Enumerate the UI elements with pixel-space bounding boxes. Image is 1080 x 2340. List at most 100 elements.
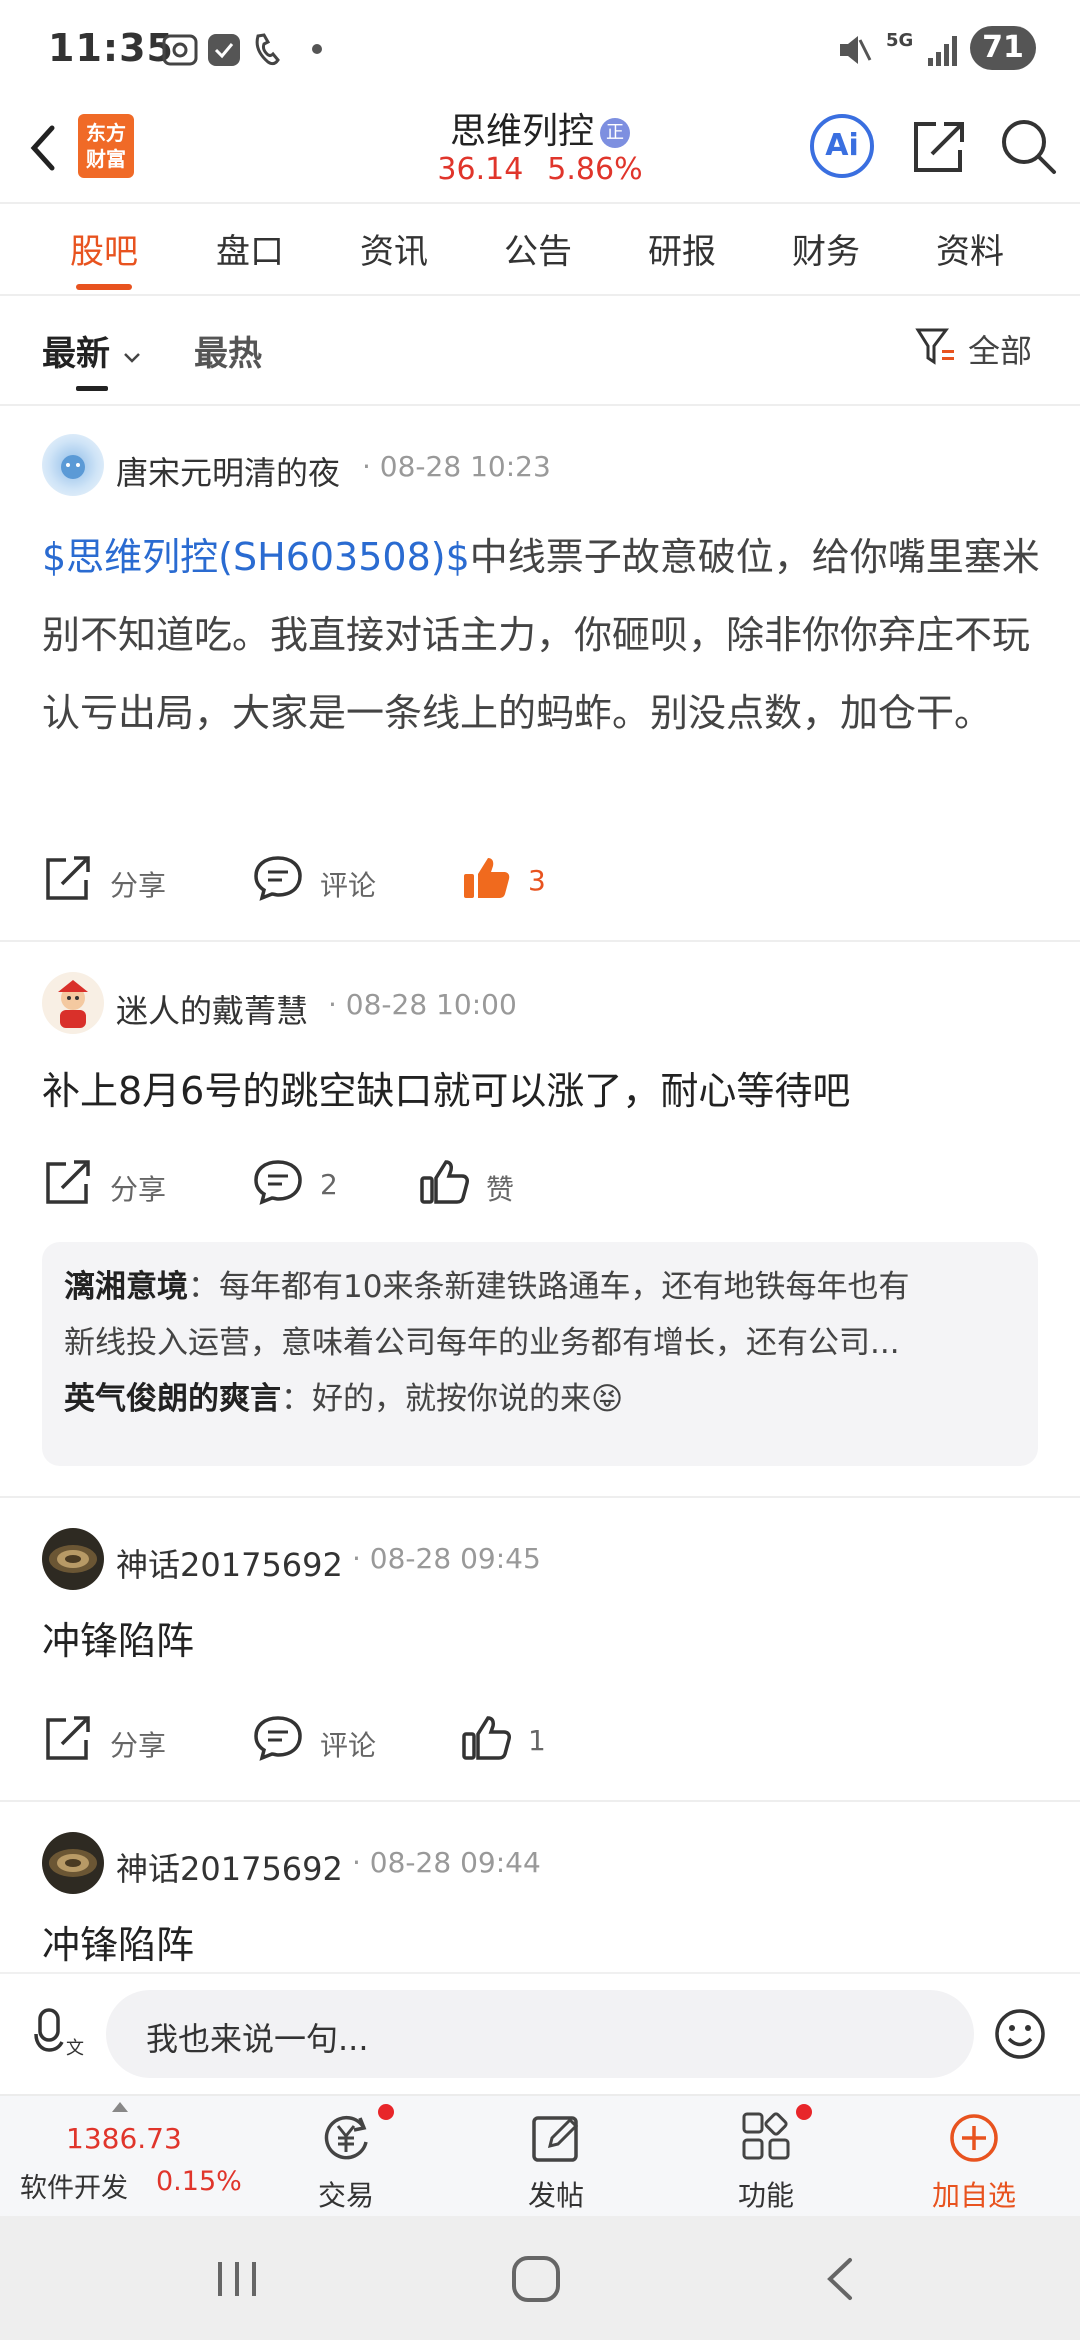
sector-change: 0.15% — [156, 2166, 242, 2197]
post-username[interactable]: 唐宋元明清的夜 — [116, 448, 340, 494]
filter-icon[interactable] — [914, 324, 958, 368]
reply-preview[interactable]: 漓湘意境：每年都有10来条新建铁路通车，还有地铁每年也有 新线投入运营，意味着公… — [42, 1242, 1038, 1466]
share-icon[interactable] — [908, 114, 968, 178]
stock-header: 东方财富 思维列控正 36.14 5.86% Ai — [0, 100, 1080, 204]
share-button[interactable]: 分享 — [42, 852, 182, 912]
tab-finance[interactable]: 财务 — [792, 224, 860, 273]
reply-line: 新线投入运营，意味着公司每年的业务都有增长，还有公司... — [64, 1325, 900, 1361]
post-username[interactable]: 神话20175692 — [116, 1844, 343, 1890]
avatar[interactable] — [42, 1832, 104, 1894]
sector-index[interactable]: 1386.73 软件开发 0.15% — [0, 2096, 250, 2218]
sort-hottest[interactable]: 最热 — [194, 326, 262, 375]
ai-assistant-button[interactable]: Ai — [810, 114, 874, 178]
status-bar: 11:35 5G 71 — [0, 0, 1080, 100]
tab-profile[interactable]: 资料 — [936, 224, 1004, 273]
comment-input[interactable]: 我也来说一句... — [106, 1990, 974, 2078]
tab-news[interactable]: 资讯 — [360, 224, 428, 273]
avatar-image — [58, 980, 88, 1028]
tab-pankou[interactable]: 盘口 — [216, 224, 284, 273]
triangle-up-icon — [112, 2102, 128, 2112]
chevron-down-icon — [123, 353, 140, 363]
like-button[interactable]: 1 — [460, 1712, 580, 1772]
post-time: · 08-28 10:00 — [328, 988, 517, 1021]
mute-icon — [840, 36, 872, 64]
share-button[interactable]: 分享 — [42, 1712, 182, 1772]
sort-newest-underline — [76, 386, 108, 391]
post-time: · 08-28 09:44 — [352, 1846, 541, 1879]
tab-announcements[interactable]: 公告 — [504, 224, 572, 273]
dot-icon — [312, 44, 322, 54]
share-icon — [46, 1160, 90, 1204]
thumbs-up-filled-icon — [464, 858, 510, 898]
share-button[interactable]: 分享 — [42, 1156, 182, 1216]
post-card[interactable]: 迷人的戴菁慧 · 08-28 10:00 补上8月6号的跳空缺口就可以涨了，耐心… — [0, 942, 1080, 1496]
comment-icon — [254, 856, 302, 901]
post-actions: 分享 评论 3 — [0, 852, 1080, 912]
recent-apps-icon[interactable] — [212, 2256, 262, 2302]
avatar[interactable] — [42, 1528, 104, 1590]
post-content[interactable]: 冲锋陷阵 — [42, 1906, 1042, 1972]
notification-dot — [378, 2104, 394, 2120]
comment-button[interactable]: 2 — [252, 1156, 372, 1216]
post-time: · 08-28 10:23 — [362, 450, 551, 483]
verified-badge: 正 — [600, 118, 630, 148]
post-content[interactable]: $思维列控(SH603508)$中线票子故意破位，给你嘴里塞米别不知道吃。我直接… — [42, 518, 1042, 752]
post-card[interactable]: 唐宋元明清的夜 · 08-28 10:23 $思维列控(SH603508)$中线… — [0, 404, 1080, 940]
compose-icon — [532, 2116, 579, 2162]
screenshot-icon — [162, 34, 198, 66]
tab-guba[interactable]: 股吧 — [70, 224, 138, 273]
wifi-call-icon — [255, 33, 280, 66]
post-card[interactable]: 神话20175692 · 08-28 09:45 冲锋陷阵 分享 评论 1 — [0, 1498, 1080, 1798]
svg-text:文: 文 — [66, 2038, 84, 2059]
post-username[interactable]: 迷人的戴菁慧 — [116, 986, 308, 1032]
sort-newest[interactable]: 最新 — [42, 326, 142, 375]
like-button[interactable]: 3 — [460, 852, 580, 912]
post-time: · 08-28 09:45 — [352, 1542, 541, 1575]
voice-input-icon[interactable]: 文 — [32, 2004, 88, 2060]
home-icon[interactable] — [508, 2254, 564, 2304]
search-icon[interactable] — [996, 114, 1060, 178]
grid-apps-icon — [742, 2112, 790, 2160]
sector-index-value: 1386.73 — [66, 2122, 182, 2155]
avatar-image — [49, 1545, 97, 1573]
stock-price: 36.14 — [437, 152, 524, 187]
bottom-navigation: 1386.73 软件开发 0.15% 交易 发帖 功能 加自选 — [0, 2094, 1080, 2218]
post-content[interactable]: 冲锋陷阵 — [42, 1602, 1042, 1680]
comment-input-bar: 文 我也来说一句... — [0, 1972, 1080, 2094]
comment-icon — [254, 1716, 302, 1761]
system-navigation-bar — [0, 2216, 1080, 2340]
network-type: 5G — [886, 30, 914, 51]
filter-all[interactable]: 全部 — [968, 326, 1032, 372]
sort-filter-bar: 最新 最热 全部 — [0, 296, 1080, 406]
post-card[interactable]: 神话20175692 · 08-28 09:44 冲锋陷阵 — [0, 1802, 1080, 1972]
post-username[interactable]: 神话20175692 — [116, 1540, 343, 1586]
comment-button[interactable]: 评论 — [252, 1712, 392, 1772]
nav-functions[interactable]: 功能 — [706, 2096, 826, 2218]
nav-add-watchlist[interactable]: 加自选 — [914, 2096, 1034, 2218]
comment-icon — [254, 1160, 302, 1205]
app-notification-icon — [208, 34, 240, 66]
avatar[interactable] — [42, 972, 104, 1034]
yuan-trade-icon — [324, 2115, 368, 2160]
share-icon — [46, 856, 90, 900]
signal-icon — [928, 36, 957, 66]
comment-input-placeholder: 我也来说一句... — [146, 2020, 369, 2058]
share-icon — [46, 1716, 90, 1760]
tab-bar: 股吧 盘口 资讯 公告 研报 财务 资料 — [0, 204, 1080, 296]
stock-tag-link[interactable]: $思维列控(SH603508)$ — [42, 535, 470, 579]
nav-trade[interactable]: 交易 — [286, 2096, 406, 2218]
comment-button[interactable]: 评论 — [252, 852, 392, 912]
avatar[interactable] — [42, 434, 104, 496]
post-content[interactable]: 补上8月6号的跳空缺口就可以涨了，耐心等待吧 — [42, 1052, 1042, 1130]
system-back-icon[interactable] — [820, 2254, 860, 2304]
nav-post[interactable]: 发帖 — [496, 2096, 616, 2218]
post-actions: 分享 2 赞 — [0, 1156, 1080, 1216]
avatar-image — [61, 455, 85, 479]
active-tab-indicator — [76, 284, 132, 290]
thumbs-up-icon — [462, 1716, 511, 1760]
notification-dot — [796, 2104, 812, 2120]
post-actions: 分享 评论 1 — [0, 1712, 1080, 1772]
like-button[interactable]: 赞 — [418, 1156, 538, 1216]
emoji-icon[interactable] — [992, 2006, 1048, 2062]
tab-research[interactable]: 研报 — [648, 224, 716, 273]
